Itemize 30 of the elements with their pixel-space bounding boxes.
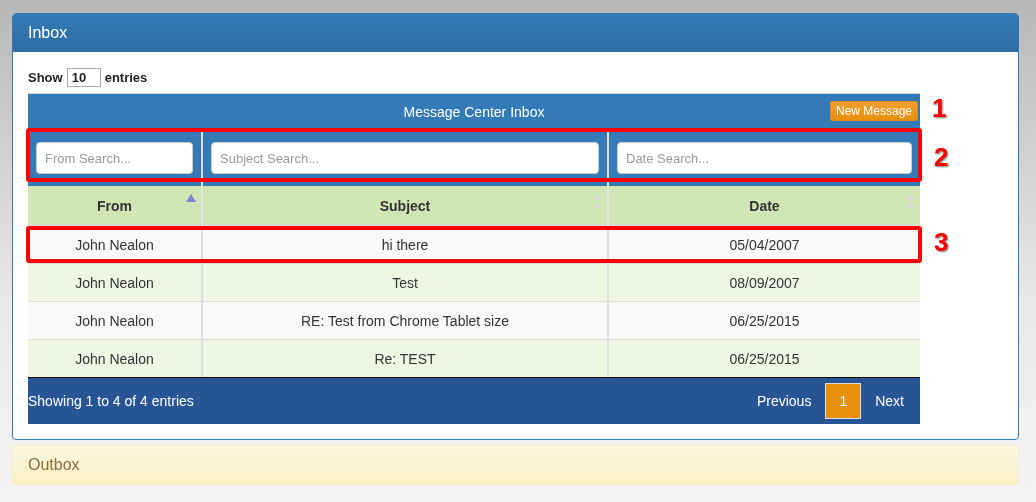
panel-title[interactable]: Inbox [13, 14, 1018, 52]
show-label: Show [28, 70, 63, 85]
callout-number: 1 [932, 93, 947, 124]
column-header[interactable]: From [28, 186, 201, 225]
table-cell: John Nealon [28, 263, 201, 301]
table-cell: Test [201, 263, 607, 301]
entries-info: Showing 1 to 4 of 4 entries [28, 393, 194, 409]
column-header[interactable]: Subject [201, 186, 607, 225]
table-cell: 06/25/2015 [607, 339, 920, 377]
sort-icon[interactable] [594, 194, 602, 210]
table-cell: John Nealon [28, 339, 201, 377]
entries-label: entries [104, 70, 148, 85]
sort-ascending-icon[interactable] [186, 194, 196, 202]
table-cell: Re: TEST [201, 339, 607, 377]
entries-select[interactable]: 10 [66, 68, 101, 87]
column-header[interactable]: Date [607, 186, 920, 225]
table-cell: 08/09/2007 [607, 263, 920, 301]
pagination-link[interactable]: Previous [742, 383, 826, 419]
callout-number: 2 [934, 142, 949, 173]
outbox-panel[interactable]: Outbox [12, 445, 1019, 485]
sort-icon[interactable] [907, 194, 915, 210]
table-cell: John Nealon [28, 301, 201, 339]
table-cell: RE: Test from Chrome Tablet size [201, 301, 607, 339]
search-field[interactable]: Subject Search... [211, 142, 599, 174]
search-field[interactable]: From Search... [36, 142, 193, 174]
pagination-link[interactable]: Next [861, 383, 918, 419]
table-title: Message Center Inbox [403, 104, 545, 120]
table-cell: 06/25/2015 [607, 301, 920, 339]
search-field[interactable]: Date Search... [617, 142, 912, 174]
callout-number: 3 [934, 227, 949, 258]
